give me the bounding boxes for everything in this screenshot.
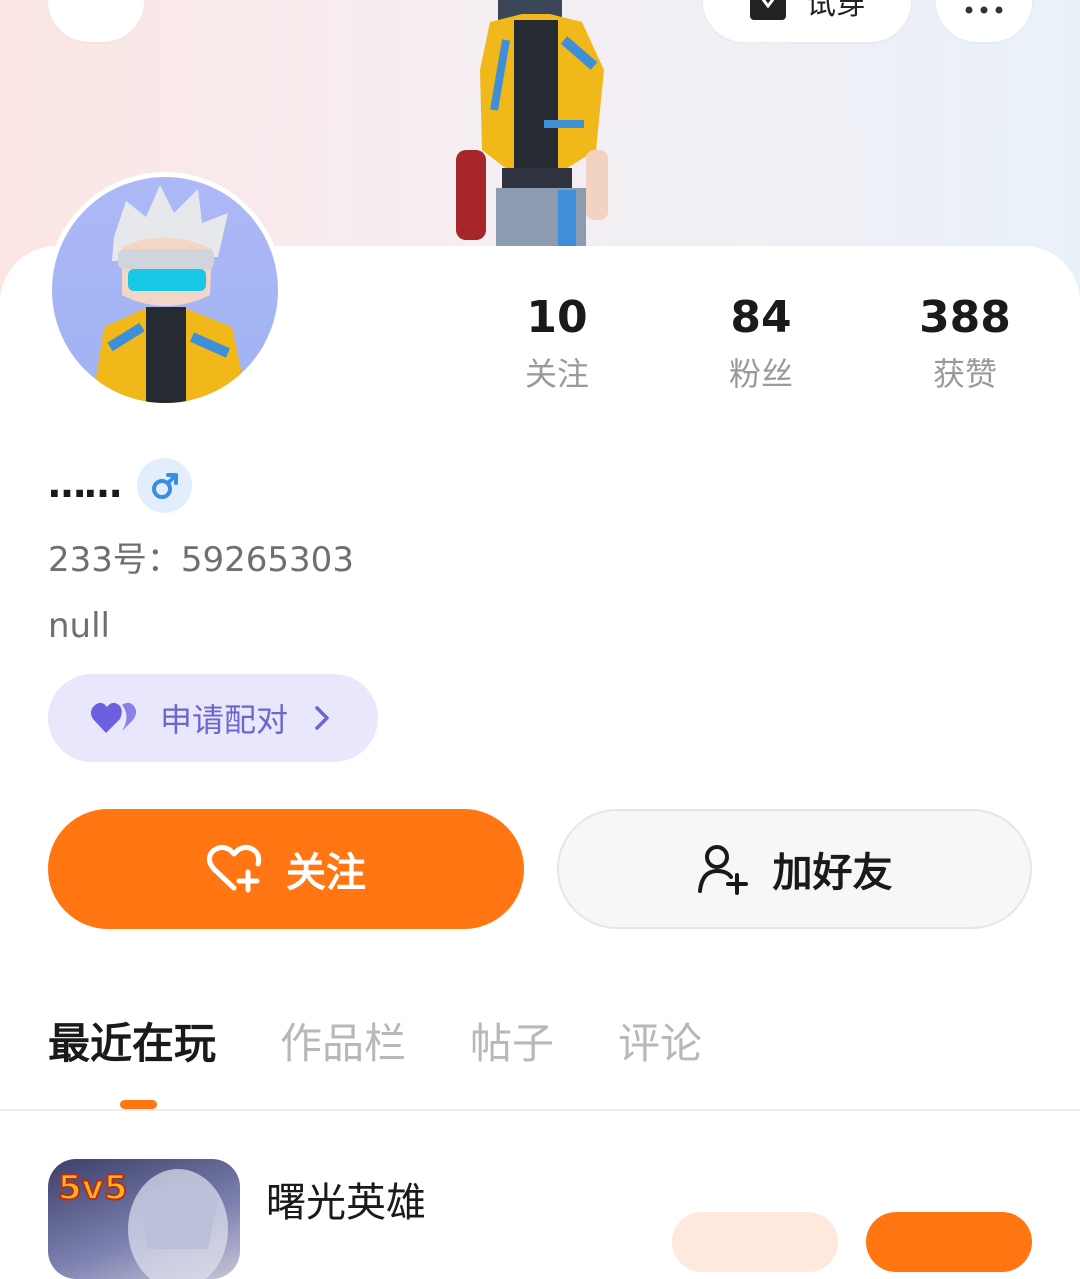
game-secondary-button[interactable]	[672, 1212, 838, 1272]
back-button[interactable]	[48, 0, 144, 42]
stat-value: 388	[919, 292, 1011, 343]
stat-label: 粉丝	[728, 355, 793, 393]
stat-value: 10	[526, 292, 588, 343]
shirt-icon	[750, 0, 786, 20]
tab-posts[interactable]: 帖子	[470, 1016, 554, 1072]
stat-followers[interactable]: 84 粉丝	[659, 290, 863, 394]
tab-comments[interactable]: 评论	[618, 1016, 702, 1072]
request-pair-label: 申请配对	[160, 701, 289, 739]
user-bio: null	[48, 606, 110, 646]
game-artwork: 5v5	[57, 1167, 228, 1279]
back-chevron-icon	[48, 0, 144, 42]
more-dots-icon	[965, 6, 1003, 14]
stat-likes[interactable]: 388 获赞	[863, 290, 1067, 394]
game-icon[interactable]: 5v5	[48, 1159, 240, 1279]
chevron-right-icon	[315, 706, 329, 730]
tab-recently-played[interactable]: 最近在玩	[48, 1016, 216, 1072]
avatar[interactable]	[47, 172, 283, 408]
gender-badge	[137, 458, 192, 513]
male-icon	[151, 472, 178, 499]
tab-works[interactable]: 作品栏	[280, 1016, 406, 1072]
avatar-3d-character[interactable]	[446, 0, 626, 248]
add-friend-button[interactable]: 加好友	[557, 809, 1032, 929]
heart-pair-icon	[90, 702, 137, 733]
user-id: 233号：59265303	[48, 540, 354, 580]
try-on-button[interactable]: 试穿	[703, 0, 911, 42]
game-name: 曙光英雄	[266, 1180, 426, 1226]
profile-tabs: 最近在玩 作品栏 帖子 评论	[48, 1016, 766, 1072]
game-play-button[interactable]	[866, 1212, 1032, 1272]
try-on-label: 试穿	[806, 0, 866, 22]
heart-plus-icon	[206, 844, 262, 893]
user-plus-icon	[697, 845, 748, 895]
tab-divider	[0, 1109, 1080, 1111]
request-pair-button[interactable]: 申请配对	[48, 674, 378, 762]
stat-value: 84	[730, 292, 792, 343]
username: ……	[48, 462, 122, 506]
stat-label: 关注	[524, 355, 589, 393]
add-friend-label: 加好友	[772, 850, 893, 896]
stat-following[interactable]: 10 关注	[455, 290, 659, 394]
avatar-portrait	[92, 185, 248, 403]
game-badge: 5v5	[58, 1168, 127, 1208]
active-tab-indicator	[120, 1100, 157, 1109]
profile-stats: 10 关注 84 粉丝 388 获赞	[455, 290, 1067, 394]
stat-label: 获赞	[932, 355, 997, 393]
follow-label: 关注	[286, 850, 366, 896]
follow-button[interactable]: 关注	[48, 809, 524, 929]
